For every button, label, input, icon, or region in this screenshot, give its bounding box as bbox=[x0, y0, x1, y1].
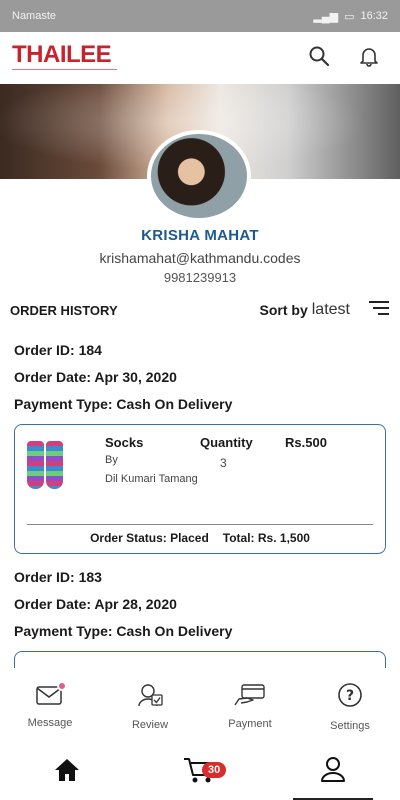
tab-profile[interactable] bbox=[293, 744, 374, 800]
quick-nav-review[interactable]: Review bbox=[110, 682, 190, 731]
order-status: Order Status: Placed bbox=[90, 531, 209, 545]
notification-bell-icon[interactable] bbox=[358, 45, 380, 72]
profile-info: KRISHA MAHAT krishamahat@kathmandu.codes… bbox=[0, 227, 400, 285]
order-history-title: ORDER HISTORY bbox=[10, 302, 118, 318]
order-id: Order ID: 184 bbox=[14, 342, 102, 358]
app-header: THAILEE bbox=[0, 32, 400, 84]
avatar-frame bbox=[147, 130, 251, 222]
search-icon[interactable] bbox=[308, 45, 330, 72]
review-icon bbox=[136, 682, 164, 713]
sort-dropdown[interactable]: latest bbox=[312, 301, 350, 319]
product-image[interactable] bbox=[27, 441, 83, 497]
order-date: Order Date: Apr 28, 2020 bbox=[14, 596, 177, 612]
quantity-value: 3 bbox=[220, 456, 227, 470]
settings-icon: ? bbox=[336, 681, 364, 714]
order-card-footer: Order Status: Placed Total: Rs. 1,500 bbox=[27, 524, 373, 545]
tab-bar: 30 bbox=[0, 744, 400, 800]
order-id: Order ID: 183 bbox=[14, 569, 102, 585]
order-history-header: ORDER HISTORY Sort by latest bbox=[0, 297, 400, 323]
message-icon bbox=[36, 680, 67, 711]
product-name: Socks bbox=[105, 435, 144, 450]
product-by-label: By bbox=[105, 454, 118, 466]
order-item: Order ID: 184 Order Date: Apr 30, 2020 P… bbox=[0, 337, 400, 554]
payment-icon bbox=[233, 683, 267, 712]
payment-type: Payment Type: Cash On Delivery bbox=[14, 396, 233, 412]
order-item: Order ID: 183 Order Date: Apr 28, 2020 P… bbox=[0, 564, 400, 645]
order-total: Total: Rs. 1,500 bbox=[222, 531, 310, 545]
battery-icon: ▭ bbox=[344, 10, 355, 23]
sort-filter-icon[interactable] bbox=[368, 300, 390, 321]
carrier-name: Namaste bbox=[12, 10, 57, 22]
quick-actions: Message Review Payment ? Settings bbox=[0, 668, 400, 744]
quick-nav-label: Settings bbox=[330, 719, 370, 732]
tab-cart[interactable]: 30 bbox=[160, 744, 240, 800]
quick-nav-label: Review bbox=[131, 718, 169, 731]
product-price: Rs.500 bbox=[285, 435, 327, 450]
logo-tagline bbox=[12, 69, 117, 73]
profile-name: KRISHA MAHAT bbox=[141, 227, 259, 244]
brand-logo[interactable]: THAILEE bbox=[12, 43, 308, 73]
status-bar: Namaste ▂▄▆ ▭ 16:32 bbox=[0, 0, 400, 32]
logo-text: THAILEE bbox=[12, 41, 112, 68]
quick-nav-label: Message bbox=[27, 716, 73, 729]
quick-nav-label: Payment bbox=[228, 717, 272, 730]
quick-nav-payment[interactable]: Payment bbox=[210, 683, 290, 730]
home-icon bbox=[53, 757, 81, 788]
signal-icon: ▂▄▆ bbox=[313, 10, 339, 23]
clock: 16:32 bbox=[360, 10, 388, 22]
order-date: Order Date: Apr 30, 2020 bbox=[14, 369, 177, 385]
svg-text:?: ? bbox=[346, 688, 354, 704]
order-product-card[interactable] bbox=[14, 651, 386, 669]
product-info: Socks By Dil Kumari Tamang bbox=[105, 435, 200, 520]
product-seller: Dil Kumari Tamang bbox=[105, 473, 198, 485]
tab-home[interactable] bbox=[27, 744, 107, 800]
quantity-block: Quantity 3 bbox=[200, 435, 285, 520]
payment-type: Payment Type: Cash On Delivery bbox=[14, 623, 233, 639]
user-profile-icon bbox=[319, 755, 347, 788]
cart-count-badge: 30 bbox=[201, 762, 227, 778]
avatar[interactable] bbox=[151, 134, 247, 218]
sort-label: Sort by bbox=[259, 302, 308, 318]
quick-nav-message[interactable]: Message bbox=[10, 680, 90, 729]
profile-phone: 9981239913 bbox=[163, 270, 237, 285]
quick-nav-settings[interactable]: ? Settings bbox=[310, 681, 390, 732]
profile-email: krishamahat@kathmandu.codes bbox=[99, 250, 301, 266]
quantity-label: Quantity bbox=[200, 435, 253, 450]
order-product-card[interactable]: Socks By Dil Kumari Tamang Quantity 3 Rs… bbox=[14, 424, 386, 554]
bottom-navigation: Message Review Payment ? Settings 30 bbox=[0, 668, 400, 800]
